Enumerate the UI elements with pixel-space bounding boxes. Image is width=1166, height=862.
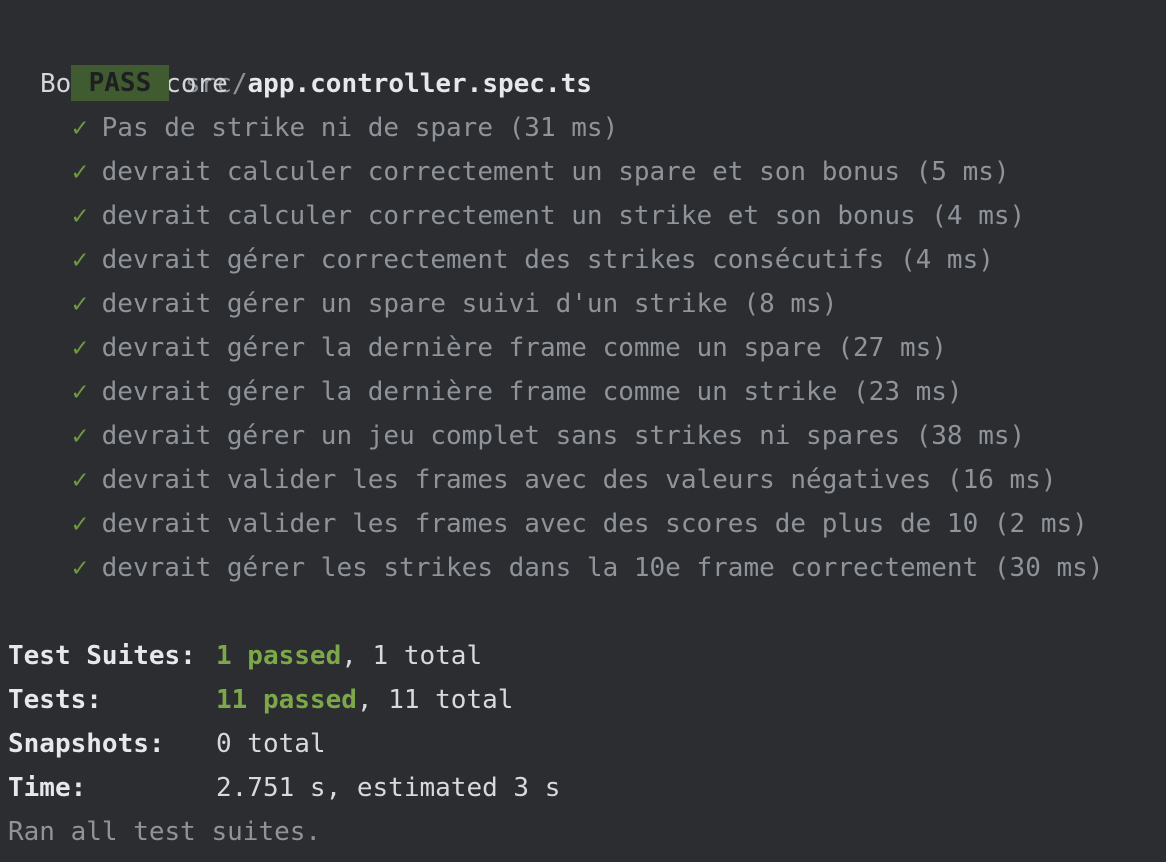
summary-test-suites: Test Suites: 1 passed, 1 total	[0, 634, 1166, 678]
checkmark-icon: ✓	[72, 421, 88, 451]
test-result-row: ✓ devrait gérer les strikes dans la 10e f…	[0, 546, 1166, 590]
test-result-row: ✓ devrait gérer un jeu complet sans strik…	[0, 414, 1166, 458]
test-description: devrait valider les frames avec des scor…	[101, 509, 1088, 539]
terminal-output: PASS src/app.controller.spec.ts BowlingS…	[0, 18, 1166, 854]
test-result-row: ✓ devrait valider les frames avec des sco…	[0, 502, 1166, 546]
test-result-row: ✓ devrait gérer la dernière frame comme u…	[0, 370, 1166, 414]
checkmark-icon: ✓	[72, 113, 88, 143]
test-description: devrait calculer correctement un spare e…	[101, 157, 1010, 187]
checkmark-icon: ✓	[72, 509, 88, 539]
test-description: devrait valider les frames avec des vale…	[101, 465, 1057, 495]
test-list: ✓ Pas de strike ni de spare (31 ms) ✓ devr…	[0, 106, 1166, 590]
test-description: devrait gérer la dernière frame comme un…	[101, 377, 963, 407]
test-description: devrait gérer un spare suivi d'un strike…	[101, 289, 838, 319]
test-description: Pas de strike ni de spare (31 ms)	[101, 113, 619, 143]
test-result-row: ✓ devrait calculer correctement un strike…	[0, 194, 1166, 238]
pass-badge: PASS	[70, 64, 170, 101]
total-count: , 11 total	[356, 685, 514, 715]
time-value: 2.751 s, estimated 3 s	[216, 773, 561, 803]
checkmark-icon: ✓	[72, 201, 88, 231]
checkmark-icon: ✓	[72, 289, 88, 319]
passed-count: 1 passed	[216, 641, 342, 671]
test-result-row: ✓ devrait calculer correctement un spare …	[0, 150, 1166, 194]
summary-label: Snapshots:	[8, 729, 165, 759]
snapshots-value: 0 total	[216, 729, 326, 759]
test-result-row: ✓ Pas de strike ni de spare (31 ms)	[0, 106, 1166, 150]
test-result-row: ✓ devrait gérer correctement des strikes …	[0, 238, 1166, 282]
checkmark-icon: ✓	[72, 553, 88, 583]
test-file-name: app.controller.spec.ts	[247, 69, 592, 99]
summary-snapshots: Snapshots: 0 total	[0, 722, 1166, 766]
checkmark-icon: ✓	[72, 245, 88, 275]
summary-label: Tests:	[8, 685, 102, 715]
test-description: devrait calculer correctement un strike …	[101, 201, 1026, 231]
test-result-row: ✓ devrait gérer la dernière frame comme u…	[0, 326, 1166, 370]
test-file-header: PASS src/app.controller.spec.ts	[0, 18, 1166, 101]
test-result-row: ✓ devrait gérer un spare suivi d'un strik…	[0, 282, 1166, 326]
summary-label: Test Suites:	[8, 641, 196, 671]
test-description: devrait gérer la dernière frame comme un…	[101, 333, 947, 363]
summary-time: Time: 2.751 s, estimated 3 s	[0, 766, 1166, 810]
checkmark-icon: ✓	[72, 157, 88, 187]
total-count: , 1 total	[341, 641, 483, 671]
test-description: devrait gérer correctement des strikes c…	[101, 245, 994, 275]
footer-message: Ran all test suites.	[8, 817, 322, 847]
test-description: devrait gérer un jeu complet sans strike…	[101, 421, 1026, 451]
summary-tests: Tests: 11 passed, 11 total	[0, 678, 1166, 722]
checkmark-icon: ✓	[72, 377, 88, 407]
summary-label: Time:	[8, 773, 87, 803]
checkmark-icon: ✓	[72, 465, 88, 495]
passed-count: 11 passed	[216, 685, 357, 715]
test-description: devrait gérer les strikes dans la 10e fr…	[101, 553, 1104, 583]
test-result-row: ✓ devrait valider les frames avec des val…	[0, 458, 1166, 502]
checkmark-icon: ✓	[72, 333, 88, 363]
summary: Test Suites: 1 passed, 1 total Tests: 11 p…	[0, 634, 1166, 854]
